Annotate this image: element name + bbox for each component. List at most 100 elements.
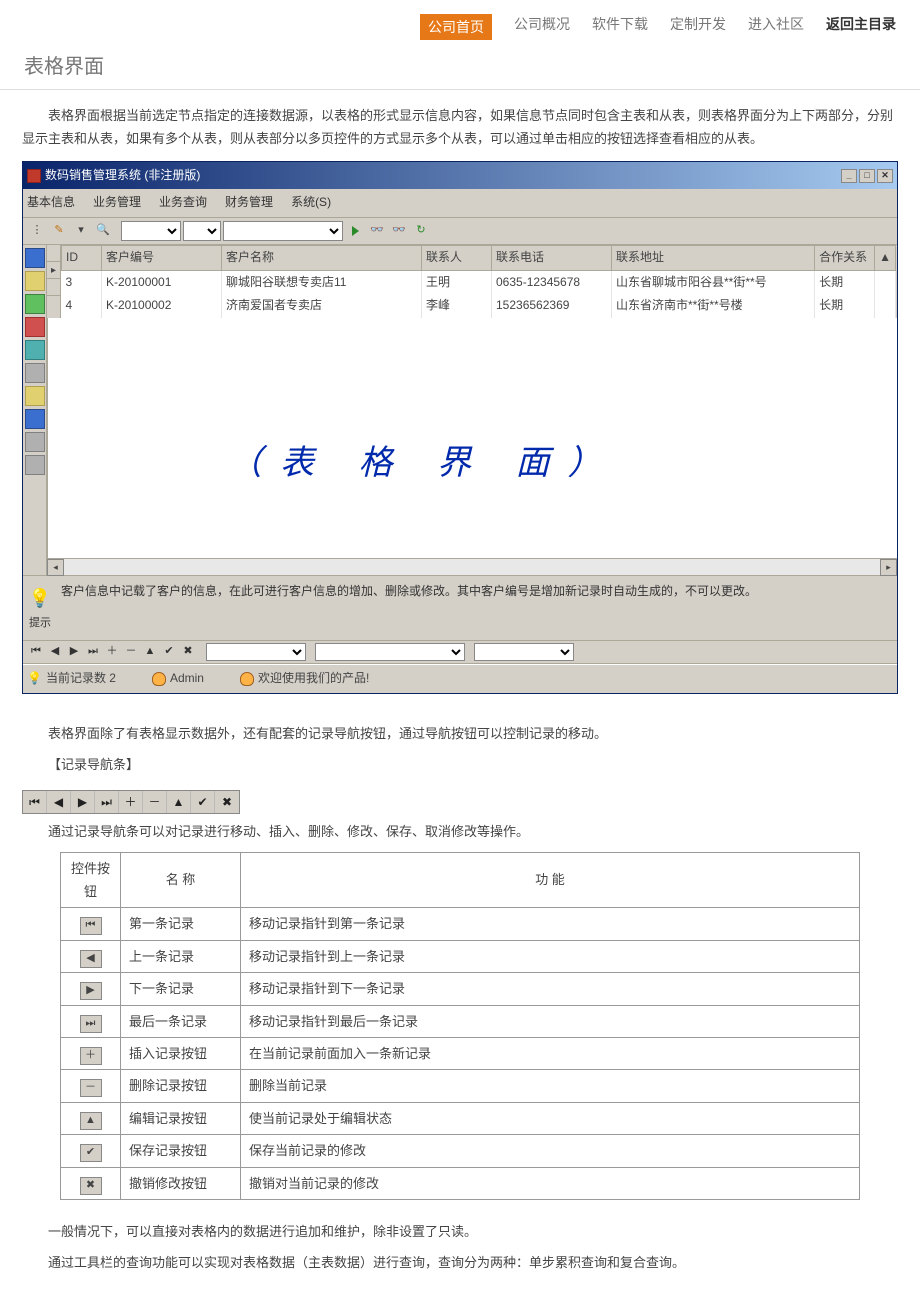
side-icon-1[interactable]: [25, 248, 45, 268]
side-icon-2[interactable]: [25, 271, 45, 291]
toolbar: ⋮ ✎ ▾ 🔍 👓 👓 ↻: [23, 218, 897, 245]
cell[interactable]: K-20100002: [102, 294, 222, 318]
nav-prev-button[interactable]: ◀: [46, 643, 64, 661]
toolbar-select-3[interactable]: [223, 221, 343, 241]
cell[interactable]: 长期: [815, 294, 875, 318]
nav-first-button[interactable]: ⏮: [27, 643, 45, 661]
search-binoculars2-icon[interactable]: 👓: [389, 221, 409, 241]
data-grid[interactable]: ID 客户编号 客户名称 联系人 联系电话 联系地址 合作关系 ▲ 3: [61, 245, 896, 318]
desc-h1: 控件按钮: [61, 852, 121, 908]
top-nav: 公司首页 公司概况 软件下载 定制开发 进入社区 返回主目录: [0, 0, 920, 48]
side-icon-10[interactable]: [25, 455, 45, 475]
toolbar-select-2[interactable]: [183, 221, 221, 241]
desc-row: －删除记录按钮删除当前记录: [61, 1070, 860, 1102]
cell[interactable]: 聊城阳谷联想专卖店11: [222, 270, 422, 294]
h-scrollbar[interactable]: ◂ ▸: [47, 558, 897, 575]
desc-row: ✖撤销修改按钮撤销对当前记录的修改: [61, 1167, 860, 1199]
page-title: 表格界面: [0, 48, 920, 90]
cell[interactable]: 山东省聊城市阳谷县**街**号: [612, 270, 815, 294]
nav-download[interactable]: 软件下载: [592, 14, 648, 40]
table-row[interactable]: 3 K-20100001 聊城阳谷联想专卖店11 王明 0635-1234567…: [62, 270, 896, 294]
cell[interactable]: 0635-12345678: [492, 270, 612, 294]
para-4: 一般情况下，可以直接对表格内的数据进行追加和维护，除非设置了只读。: [22, 1220, 898, 1243]
menu-finance[interactable]: 财务管理: [225, 192, 273, 214]
search-icon[interactable]: 🔍: [93, 221, 113, 241]
user-icon: [152, 672, 166, 686]
refresh-icon[interactable]: ↻: [411, 221, 431, 241]
nav-select-3[interactable]: [474, 643, 574, 661]
col-custname[interactable]: 客户名称: [222, 245, 422, 270]
cell[interactable]: 4: [62, 294, 102, 318]
col-contact[interactable]: 联系人: [422, 245, 492, 270]
scroll-right-icon[interactable]: ▸: [880, 559, 897, 576]
nav-custom[interactable]: 定制开发: [670, 14, 726, 40]
side-icon-4[interactable]: [25, 317, 45, 337]
desc-name-cell: 第一条记录: [121, 908, 241, 940]
minimize-button[interactable]: _: [841, 169, 857, 183]
search-binoculars-icon[interactable]: 👓: [367, 221, 387, 241]
cell[interactable]: 王明: [422, 270, 492, 294]
col-custno[interactable]: 客户编号: [102, 245, 222, 270]
description-table: 控件按钮 名 称 功 能 ⏮第一条记录移动记录指针到第一条记录◀上一条记录移动记…: [60, 852, 860, 1200]
nav-select-2[interactable]: [315, 643, 465, 661]
desc-row: ⏮第一条记录移动记录指针到第一条记录: [61, 908, 860, 940]
dropdown-icon[interactable]: ▾: [71, 221, 91, 241]
toolbar-select-1[interactable]: [121, 221, 181, 241]
navimg-last-icon: ⏭: [95, 791, 119, 813]
nav-community[interactable]: 进入社区: [748, 14, 804, 40]
col-id[interactable]: ID: [62, 245, 102, 270]
scroll-left-icon[interactable]: ◂: [47, 559, 64, 576]
cell[interactable]: 济南爱国者专卖店: [222, 294, 422, 318]
edit-icon[interactable]: ✎: [49, 221, 69, 241]
side-icon-7[interactable]: [25, 386, 45, 406]
nav-delete-button[interactable]: －: [122, 643, 140, 661]
desc-icon-cell: ＋: [61, 1038, 121, 1070]
desc-func-cell: 撤销对当前记录的修改: [241, 1167, 860, 1199]
intro-paragraph: 表格界面根据当前选定节点指定的连接数据源，以表格的形式显示信息内容，如果信息节点…: [22, 104, 898, 151]
cell[interactable]: 山东省济南市**街**号楼: [612, 294, 815, 318]
side-icon-5[interactable]: [25, 340, 45, 360]
nav-about[interactable]: 公司概况: [514, 14, 570, 40]
side-icon-6[interactable]: [25, 363, 45, 383]
cell[interactable]: 李峰: [422, 294, 492, 318]
nav-home[interactable]: 公司首页: [420, 14, 492, 40]
nav-back-index[interactable]: 返回主目录: [826, 14, 896, 40]
menu-query[interactable]: 业务查询: [159, 192, 207, 214]
desc-func-cell: 移动记录指针到第一条记录: [241, 908, 860, 940]
cell[interactable]: 15236562369: [492, 294, 612, 318]
desc-row: ＋插入记录按钮在当前记录前面加入一条新记录: [61, 1038, 860, 1070]
nav-cancel-button[interactable]: ✖: [179, 643, 197, 661]
desc-icon-cell: ▲: [61, 1102, 121, 1134]
nav-last-button[interactable]: ⏭: [84, 643, 102, 661]
menu-system[interactable]: 系统(S): [291, 192, 331, 214]
col-phone[interactable]: 联系电话: [492, 245, 612, 270]
menu-business[interactable]: 业务管理: [93, 192, 141, 214]
nav-post-button[interactable]: ✔: [160, 643, 178, 661]
col-rel[interactable]: 合作关系: [815, 245, 875, 270]
run-icon[interactable]: [345, 221, 365, 241]
table-row[interactable]: 4 K-20100002 济南爱国者专卖店 李峰 15236562369 山东省…: [62, 294, 896, 318]
side-icon-9[interactable]: [25, 432, 45, 452]
title-bar: 数码销售管理系统 (非注册版) _ □ ✕: [23, 162, 897, 190]
cell[interactable]: 3: [62, 270, 102, 294]
desc-func-cell: 在当前记录前面加入一条新记录: [241, 1038, 860, 1070]
nav-select-1[interactable]: [206, 643, 306, 661]
nav-next-button[interactable]: ▶: [65, 643, 83, 661]
navimg-delete-icon: －: [143, 791, 167, 813]
desc-func-cell: 保存当前记录的修改: [241, 1135, 860, 1167]
cell[interactable]: K-20100001: [102, 270, 222, 294]
cell[interactable]: 长期: [815, 270, 875, 294]
col-addr[interactable]: 联系地址: [612, 245, 815, 270]
nav-edit-button[interactable]: ▲: [141, 643, 159, 661]
navigator-bar: ⏮ ◀ ▶ ⏭ ＋ － ▲ ✔ ✖: [23, 641, 897, 664]
desc-h3: 功 能: [241, 852, 860, 908]
maximize-button[interactable]: □: [859, 169, 875, 183]
side-icon-3[interactable]: [25, 294, 45, 314]
close-button[interactable]: ✕: [877, 169, 893, 183]
desc-name-cell: 编辑记录按钮: [121, 1102, 241, 1134]
nav-insert-button[interactable]: ＋: [103, 643, 121, 661]
scroll-head: ▲: [875, 245, 896, 270]
row-indicator: ▸: [47, 245, 61, 318]
menu-basic[interactable]: 基本信息: [27, 192, 75, 214]
side-icon-8[interactable]: [25, 409, 45, 429]
